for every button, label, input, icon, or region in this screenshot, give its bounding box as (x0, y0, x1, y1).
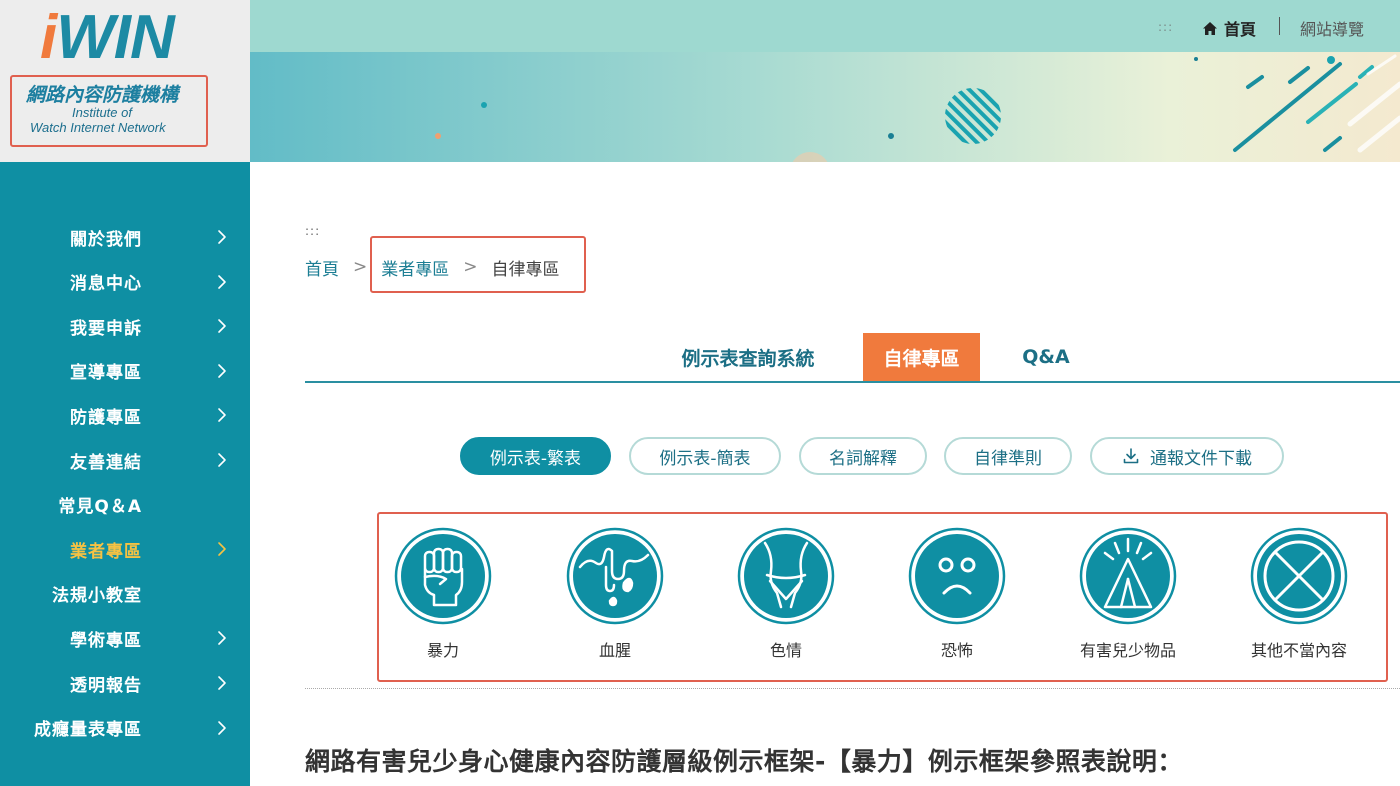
chevron-right-icon (218, 453, 226, 467)
top-bar: ::: 首頁 網站導覽 (250, 0, 1400, 52)
category-label: 恐怖 (940, 641, 973, 660)
chevron-right-icon (218, 676, 226, 690)
home-icon (1203, 21, 1217, 35)
sidebar-item-label: 消息中心 (70, 274, 142, 295)
pill-glossary[interactable]: 名詞解釋 (799, 437, 927, 475)
header-home-label: 首頁 (1224, 20, 1257, 39)
sidebar-item-label: 業者專區 (70, 541, 142, 562)
sidebar: 關於我們消息中心我要申訴宣導專區防護專區友善連結常見Q＆A 業者專區法規小教室學術… (0, 162, 250, 786)
page: iWIN 網路內容防護機構 Institute of Watch Interne… (0, 0, 1400, 786)
sidebar-item-label: 防護專區 (70, 407, 142, 428)
logo-i: i (40, 3, 57, 72)
tab-self-regulation[interactable]: 自律專區 (863, 333, 980, 381)
sidebar-item-label: 關於我們 (70, 229, 142, 250)
sidebar-item[interactable]: 常見Q＆A (0, 483, 250, 527)
chevron-right-icon (218, 319, 226, 333)
pill-guidelines[interactable]: 自律準則 (944, 437, 1072, 475)
content-accesskey[interactable]: ::: (305, 224, 320, 238)
sidebar-item-label: 常見Q＆A (58, 497, 142, 518)
category-horror[interactable]: 恐怖 (877, 527, 1037, 667)
sidebar-item-label: 透明報告 (70, 675, 142, 696)
sidebar-item-label: 成癮量表專區 (34, 720, 142, 741)
body-icon (737, 527, 835, 625)
category-label: 有害兒少物品 (1079, 641, 1176, 660)
sidebar-item-label: 友善連結 (70, 452, 142, 473)
sidebar-item-label: 我要申訴 (70, 318, 142, 339)
chevron-right-icon (218, 408, 226, 423)
cross-circle-icon (1250, 527, 1348, 625)
category-gore[interactable]: 血腥 (535, 527, 695, 667)
chevron-right-icon (218, 230, 226, 244)
tab-qa[interactable]: Q&A (1005, 333, 1087, 381)
logo-win: WIN (56, 3, 175, 72)
chevron-right-icon (218, 631, 226, 646)
header-banner (250, 52, 1400, 162)
category-label: 其他不當內容 (1250, 641, 1347, 660)
sidebar-item-label: 宣導專區 (70, 363, 142, 384)
category-sexual[interactable]: 色情 (706, 527, 866, 667)
pill-download-forms[interactable]: 通報文件下載 (1090, 437, 1284, 475)
pill-full-table[interactable]: 例示表-繁表 (460, 437, 611, 475)
annotation-box-logo (10, 75, 208, 147)
chevron-right-icon (218, 542, 226, 556)
pill-download-label: 通報文件下載 (1150, 448, 1252, 469)
annotation-box-breadcrumb (370, 236, 586, 293)
category-other[interactable]: 其他不當內容 (1219, 527, 1379, 667)
logo-brand: iWIN (40, 3, 175, 72)
sidebar-item[interactable]: 關於我們 (0, 215, 250, 259)
header-sitemap-link[interactable]: 網站導覽 (1300, 16, 1364, 40)
header-divider (1279, 17, 1280, 35)
header-accesskey[interactable]: ::: (1158, 20, 1173, 34)
header-home-link[interactable]: 首頁 (1202, 16, 1256, 40)
page-title: 網路有害兒少身心健康內容防護層級例示框架-【暴力】例示框架參照表說明： (305, 747, 1183, 776)
pill-simple-table[interactable]: 例示表-簡表 (629, 437, 781, 475)
chevron-right-icon (218, 274, 226, 289)
category-violence[interactable]: 暴力 (363, 527, 523, 667)
category-label: 色情 (769, 641, 802, 660)
sidebar-item[interactable]: 成癮量表專區 (0, 706, 250, 750)
section-divider (305, 688, 1400, 689)
sidebar-item[interactable]: 我要申訴 (0, 304, 250, 348)
sidebar-item[interactable]: 法規小教室 (0, 572, 250, 616)
sidebar-item[interactable]: 消息中心 (0, 260, 250, 304)
sidebar-item[interactable]: 防護專區 (0, 393, 250, 437)
tabs-underline (305, 381, 1400, 383)
category-harmful-items[interactable]: 有害兒少物品 (1048, 527, 1208, 667)
sidebar-item[interactable]: 學術專區 (0, 616, 250, 660)
tab-lookup-system[interactable]: 例示表查詢系統 (668, 333, 828, 381)
category-label: 血腥 (598, 641, 631, 660)
sidebar-item[interactable]: 透明報告 (0, 661, 250, 705)
logo-area[interactable]: iWIN 網路內容防護機構 Institute of Watch Interne… (0, 0, 250, 162)
chevron-right-icon (218, 720, 226, 735)
sidebar-item[interactable]: 友善連結 (0, 438, 250, 482)
chevron-right-icon (218, 363, 226, 378)
scared-face-icon (908, 527, 1006, 625)
breadcrumb-home[interactable]: 首頁 (305, 255, 339, 280)
sidebar-item-label: 學術專區 (70, 630, 142, 651)
sidebar-item[interactable]: 業者專區 (0, 527, 250, 571)
sidebar-item[interactable]: 宣導專區 (0, 349, 250, 393)
blood-icon (566, 527, 664, 625)
breadcrumb-separator: > (353, 257, 368, 277)
sidebar-item-label: 法規小教室 (52, 586, 142, 607)
banner-decoration (435, 54, 1400, 162)
tent-icon (1079, 527, 1177, 625)
download-icon (1123, 448, 1139, 464)
category-label: 暴力 (426, 641, 459, 660)
fist-icon (394, 527, 492, 625)
